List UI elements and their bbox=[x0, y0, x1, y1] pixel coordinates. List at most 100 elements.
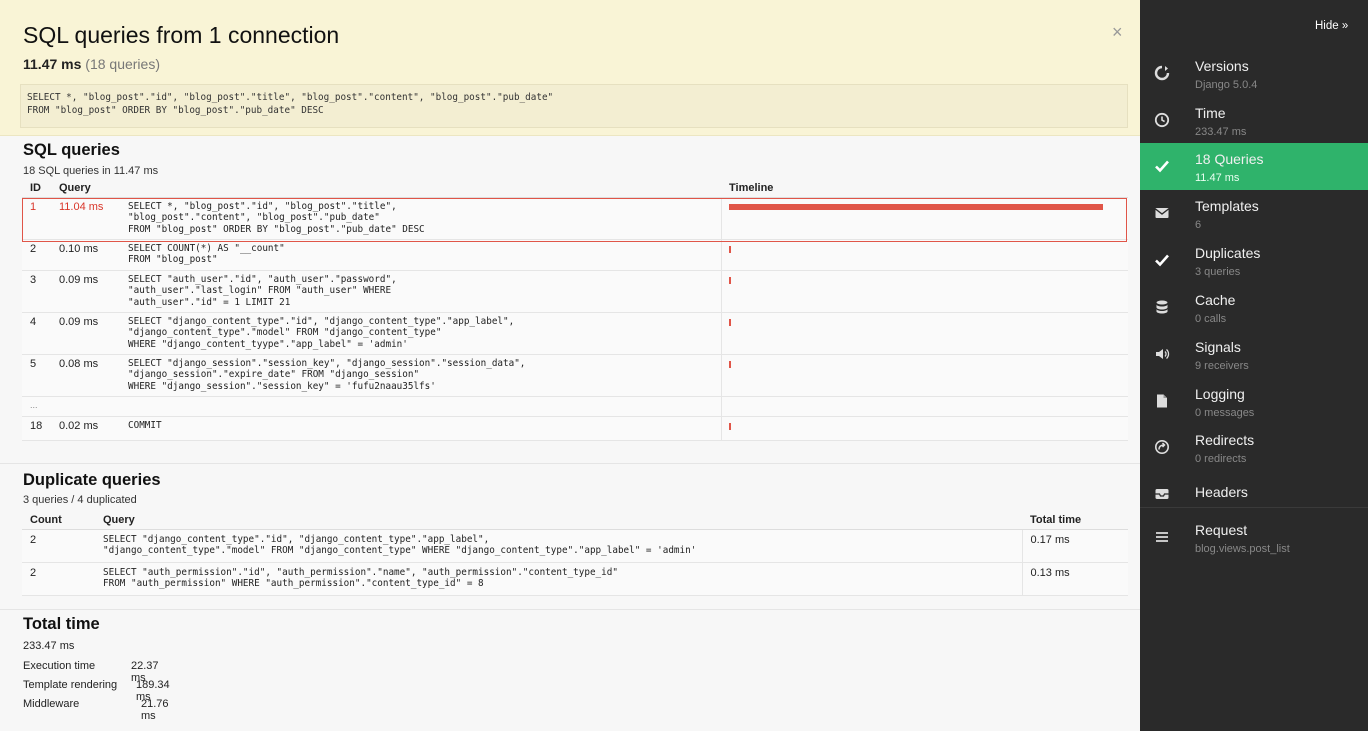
timeline-tick bbox=[728, 360, 731, 368]
query-timeline bbox=[720, 197, 1128, 240]
panel-name: Templates bbox=[1195, 198, 1259, 214]
query-timeline bbox=[720, 416, 1128, 441]
dup-count: 2 bbox=[22, 562, 95, 596]
sidebar-panel-templates[interactable]: Templates 6 bbox=[1140, 190, 1368, 237]
sql-query-row[interactable]: 18 0.02 ms COMMIT bbox=[22, 416, 1128, 441]
query-id: 1 bbox=[22, 197, 51, 240]
sidebar-panel-versions[interactable]: Versions Django 5.0.4 bbox=[1140, 50, 1368, 97]
panel-subtitle: 6 bbox=[1195, 219, 1202, 231]
query-time: 0.10 ms bbox=[51, 239, 120, 271]
query-id: 18 bbox=[22, 416, 51, 441]
duplicate-query-row[interactable]: 2 SELECT "django_content_type"."id", "dja… bbox=[22, 529, 1128, 563]
col-id-header: ID bbox=[22, 180, 51, 198]
query-time: 0.02 ms bbox=[51, 416, 120, 441]
sql-query-row[interactable]: 5 0.08 ms SELECT "django_session"."session… bbox=[22, 354, 1128, 397]
query-timeline bbox=[720, 354, 1128, 397]
sidebar-panel-cache[interactable]: Cache 0 calls bbox=[1140, 284, 1368, 331]
sidebar-panel-18-queries[interactable]: 18 Queries 11.47 ms bbox=[1140, 143, 1368, 190]
total-time-value: 233.47 ms bbox=[23, 640, 75, 652]
query-sql[interactable]: SELECT "auth_user"."id", "auth_user"."pa… bbox=[120, 270, 721, 313]
timeline-tick bbox=[728, 422, 731, 430]
query-summary: SQL queries from 1 connection × 11.47 ms… bbox=[0, 0, 1140, 136]
panel-subtitle: 11.47 ms bbox=[1195, 172, 1240, 184]
database-icon bbox=[1154, 299, 1170, 315]
close-icon[interactable]: × bbox=[1112, 22, 1123, 43]
panel-subtitle: 0 messages bbox=[1195, 407, 1255, 419]
panel-name: Logging bbox=[1195, 386, 1245, 402]
query-timeline bbox=[720, 270, 1128, 313]
query-sql[interactable]: SELECT COUNT(*) AS "__count" FROM "blog_… bbox=[120, 239, 721, 271]
panel-subtitle: Django 5.0.4 bbox=[1195, 79, 1258, 91]
versions-icon bbox=[1154, 65, 1170, 81]
panel-subtitle: blog.views.post_list bbox=[1195, 543, 1290, 555]
timeline-bar bbox=[728, 203, 1103, 210]
sql-queries-table: ID Query Timeline 1 11.04 ms SELECT *, "bl… bbox=[22, 180, 1128, 441]
sidebar-panel-request[interactable]: Request blog.views.post_list bbox=[1140, 514, 1368, 561]
panel-name: Time bbox=[1195, 105, 1226, 121]
query-time: 0.09 ms bbox=[51, 270, 120, 313]
panel-subtitle: 0 redirects bbox=[1195, 453, 1247, 465]
dup-total-time: 0.13 ms bbox=[1021, 562, 1128, 596]
duplicate-queries-table: Count Query Total time 2 SELECT "django_c… bbox=[22, 512, 1128, 596]
sidebar-panel-signals[interactable]: Signals 9 receivers bbox=[1140, 331, 1368, 378]
query-sql[interactable]: SELECT "django_content_type"."id", "djan… bbox=[120, 312, 721, 355]
summary-sql: SELECT *, "blog_post"."id", "blog_post".… bbox=[20, 84, 1128, 128]
total-row-label: Execution time bbox=[23, 660, 96, 672]
dup-count: 2 bbox=[22, 529, 95, 563]
timeline-tick bbox=[728, 276, 731, 284]
col-dup-query-header: Query bbox=[95, 512, 1022, 530]
total-section-title: Total time bbox=[23, 615, 100, 633]
panel-name: 18 Queries bbox=[1195, 151, 1264, 167]
check-icon bbox=[1154, 252, 1170, 268]
query-timeline bbox=[720, 312, 1128, 355]
query-sql[interactable]: SELECT "django_session"."session_key", "… bbox=[120, 354, 721, 397]
sql-query-row[interactable]: ... bbox=[22, 396, 1128, 417]
sidebar-panel-redirects[interactable]: Redirects 0 redirects bbox=[1140, 424, 1368, 471]
total-row-value: 21.76 ms bbox=[141, 698, 169, 722]
query-time: 0.08 ms bbox=[51, 354, 120, 397]
redirect-icon bbox=[1154, 439, 1170, 455]
dup-section-subtitle: 3 queries / 4 duplicated bbox=[23, 494, 137, 506]
query-time: 0.09 ms bbox=[51, 312, 120, 355]
panel-name: Headers bbox=[1195, 484, 1248, 500]
total-row: Execution time 22.37 ms bbox=[23, 660, 159, 684]
dup-sql[interactable]: SELECT "django_content_type"."id", "djan… bbox=[95, 529, 1022, 563]
duplicate-query-row[interactable]: 2 SELECT "auth_permission"."id", "auth_pe… bbox=[22, 562, 1128, 596]
sidebar-panel-time[interactable]: Time 233.47 ms bbox=[1140, 97, 1368, 144]
dup-sql[interactable]: SELECT "auth_permission"."id", "auth_per… bbox=[95, 562, 1022, 596]
query-timeline bbox=[720, 239, 1128, 271]
sidebar-separator bbox=[1140, 507, 1368, 508]
query-timeline bbox=[720, 396, 1128, 417]
query-id: ... bbox=[22, 396, 51, 417]
sql-query-row[interactable]: 4 0.09 ms SELECT "django_content_type"."id… bbox=[22, 312, 1128, 355]
sql-query-row[interactable]: 1 11.04 ms SELECT *, "blog_post"."id", "bl… bbox=[22, 197, 1128, 240]
sidebar-panel-duplicates[interactable]: Duplicates 3 queries bbox=[1140, 237, 1368, 284]
sidebar-panel-logging[interactable]: Logging 0 messages bbox=[1140, 378, 1368, 425]
total-row: Middleware 21.76 ms bbox=[23, 698, 169, 722]
panel-name: Duplicates bbox=[1195, 245, 1261, 261]
sql-query-row[interactable]: 2 0.10 ms SELECT COUNT(*) AS "__count" FRO… bbox=[22, 239, 1128, 271]
dup-total-time: 0.17 ms bbox=[1021, 529, 1128, 563]
panel-subtitle: 3 queries bbox=[1195, 266, 1241, 278]
query-sql[interactable]: COMMIT bbox=[120, 416, 721, 441]
query-id: 3 bbox=[22, 270, 51, 313]
timeline-tick bbox=[728, 318, 731, 326]
panel-name: Cache bbox=[1195, 292, 1236, 308]
col-timeline-header: Timeline bbox=[721, 180, 1128, 198]
col-count-header: Count bbox=[22, 512, 95, 530]
query-sql[interactable] bbox=[120, 396, 721, 417]
summary-timing: 11.47 ms (18 queries) bbox=[23, 56, 160, 72]
clock-icon bbox=[1154, 112, 1170, 128]
total-row-label: Middleware bbox=[23, 698, 80, 710]
sql-query-row[interactable]: 3 0.09 ms SELECT "auth_user"."id", "auth_u… bbox=[22, 270, 1128, 313]
envelope-icon bbox=[1154, 205, 1170, 221]
list-icon bbox=[1154, 529, 1170, 545]
timeline-tick bbox=[728, 245, 731, 253]
hide-toolbar-button[interactable]: Hide » bbox=[1315, 20, 1348, 32]
speaker-icon bbox=[1154, 346, 1170, 362]
section-divider bbox=[0, 463, 1140, 464]
total-row-label: Template rendering bbox=[23, 679, 118, 691]
sidebar-panel-headers[interactable]: Headers bbox=[1140, 471, 1368, 518]
sql-section-subtitle: 18 SQL queries in 11.47 ms bbox=[23, 165, 159, 177]
query-sql[interactable]: SELECT *, "blog_post"."id", "blog_post".… bbox=[120, 197, 721, 240]
